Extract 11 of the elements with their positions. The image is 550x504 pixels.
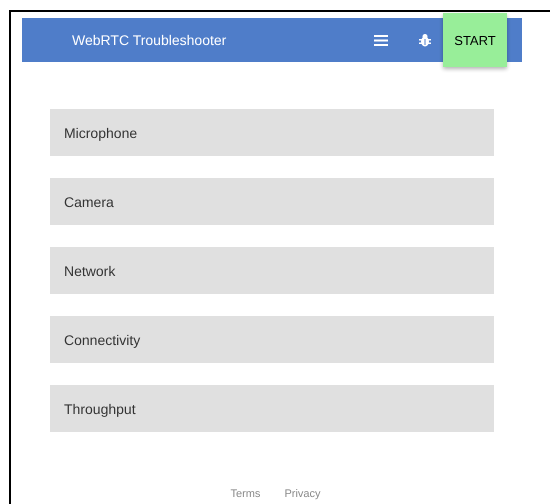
test-section[interactable]: Connectivity [50, 316, 494, 363]
footer-link[interactable]: Privacy [284, 488, 320, 500]
app-title: WebRTC Troubleshooter [72, 32, 226, 48]
test-section[interactable]: Microphone [50, 109, 494, 156]
test-section[interactable]: Camera [50, 178, 494, 225]
start-button[interactable]: START [443, 13, 507, 67]
footer-link[interactable]: Terms [230, 488, 260, 500]
test-section[interactable]: Network [50, 247, 494, 294]
bug-icon[interactable] [419, 34, 431, 47]
menu-icon[interactable] [374, 35, 388, 46]
test-section[interactable]: Throughput [50, 385, 494, 432]
